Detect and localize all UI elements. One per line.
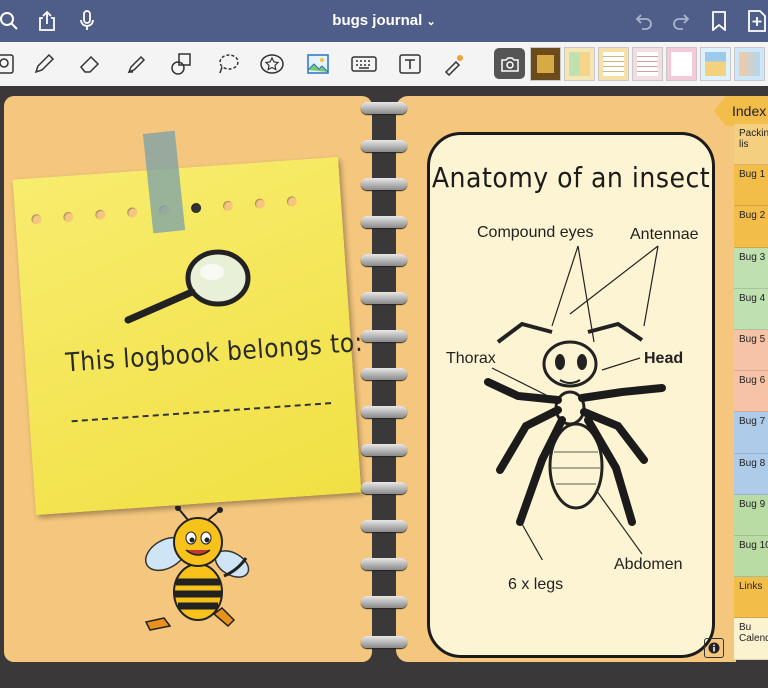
shapes-icon[interactable] xyxy=(168,50,196,78)
section-tab-label: Bug 3 xyxy=(739,251,766,263)
note-hole xyxy=(126,207,138,218)
binding-ring xyxy=(361,292,407,304)
sticker-icon[interactable] xyxy=(258,50,286,78)
section-tab[interactable]: Bug 4 xyxy=(734,288,768,330)
keyboard-icon[interactable] xyxy=(350,50,378,78)
page-thumbnail[interactable] xyxy=(734,47,765,81)
tool-bar xyxy=(0,42,768,87)
section-tab-label: Packin lis xyxy=(739,128,768,150)
section-tab-label: Bug 9 xyxy=(739,498,766,510)
section-tab[interactable]: Links xyxy=(734,577,768,619)
undo-icon[interactable] xyxy=(631,8,657,34)
lasso-icon[interactable] xyxy=(214,50,242,78)
binding-ring xyxy=(361,406,407,418)
binding-ring xyxy=(361,178,407,190)
note-hole xyxy=(222,200,234,212)
page-thumbnail[interactable] xyxy=(632,47,663,81)
zoom-icon[interactable] xyxy=(0,50,18,78)
top-bar: bugs journal ⌄ xyxy=(0,0,768,42)
eraser-icon[interactable] xyxy=(76,50,104,78)
add-page-icon[interactable] xyxy=(744,8,768,34)
label-legs: 6 x legs xyxy=(508,576,564,593)
label-compound-eyes: Compound eyes xyxy=(477,224,594,241)
section-tab[interactable]: Bug 9 xyxy=(734,494,768,536)
binding-ring xyxy=(361,102,407,114)
page-thumbnail[interactable] xyxy=(666,47,697,81)
section-tab[interactable]: Bug 10 xyxy=(734,536,768,578)
note-hole xyxy=(94,209,106,221)
section-tab[interactable]: Bug 2 xyxy=(734,206,768,248)
highlighter-icon[interactable] xyxy=(122,50,150,78)
binding-ring xyxy=(361,368,407,380)
note-hole xyxy=(31,213,42,225)
binding-ring xyxy=(361,558,407,570)
section-tab-label: Bug 8 xyxy=(739,457,766,469)
note-hole xyxy=(286,196,298,207)
section-tab-label: Bug 6 xyxy=(739,375,766,387)
binding-ring xyxy=(361,444,407,456)
camera-icon[interactable] xyxy=(494,48,525,79)
section-tab-label: Bug 2 xyxy=(739,210,766,222)
section-tab-label: Bug 5 xyxy=(739,334,766,345)
binding-ring xyxy=(361,254,407,266)
binding-ring xyxy=(361,482,407,494)
section-tab-label: Bu Calenda xyxy=(739,622,768,645)
section-tab[interactable]: Packin lis xyxy=(734,124,768,166)
page-thumbnail[interactable] xyxy=(530,47,561,81)
section-tab[interactable]: Bug 8 xyxy=(734,453,768,495)
insect-diagram xyxy=(484,245,666,560)
binding-ring xyxy=(361,596,407,608)
label-abdomen: Abdomen xyxy=(614,556,683,573)
pen-icon[interactable] xyxy=(30,50,58,78)
belongs-to-text: This logbook belongs to: xyxy=(64,327,364,379)
label-thorax: Thorax xyxy=(446,350,496,367)
section-tab-label: Bug 7 xyxy=(739,416,766,428)
laser-icon[interactable] xyxy=(440,50,468,78)
redo-icon[interactable] xyxy=(668,8,694,34)
note-hole xyxy=(190,202,202,214)
note-hole xyxy=(254,198,266,209)
document-title-text: bugs journal xyxy=(332,12,423,29)
binding-ring xyxy=(361,140,407,152)
image-icon[interactable] xyxy=(304,50,332,78)
page-thumbnail[interactable] xyxy=(700,47,731,81)
section-tab-label: Bug 10 xyxy=(739,540,768,551)
section-tab[interactable]: Bu Calenda xyxy=(734,618,768,660)
bee-icon xyxy=(144,506,250,631)
page-thumbnail[interactable] xyxy=(598,47,629,81)
sticky-note: This logbook belongs to: xyxy=(12,157,364,515)
bookmark-icon[interactable] xyxy=(706,8,732,34)
info-icon[interactable] xyxy=(704,638,724,658)
page-thumbnail[interactable] xyxy=(564,47,595,81)
section-tab[interactable]: Bug 6 xyxy=(734,371,768,413)
card-title: Anatomy of an insect xyxy=(431,161,711,194)
magnifying-glass-icon xyxy=(124,249,251,324)
binding-ring xyxy=(361,520,407,532)
binding-ring xyxy=(361,636,407,648)
name-line xyxy=(71,402,332,423)
section-tab[interactable]: Bug 5 xyxy=(734,330,768,372)
section-tab-label: Bug 1 xyxy=(739,169,766,181)
text-icon[interactable] xyxy=(396,50,424,78)
note-hole xyxy=(63,211,74,223)
section-tab[interactable]: Bug 1 xyxy=(734,165,768,207)
section-tab[interactable]: Bug 7 xyxy=(734,412,768,454)
section-tab[interactable]: Bug 3 xyxy=(734,247,768,289)
chevron-down-icon: ⌄ xyxy=(426,16,436,28)
section-tab-label: Bug 4 xyxy=(739,292,766,304)
label-antennae: Antennae xyxy=(630,226,699,243)
section-tab-label: Links xyxy=(739,581,763,593)
label-head: Head xyxy=(644,350,684,367)
binding-ring xyxy=(361,330,407,342)
binding-ring xyxy=(361,216,407,228)
